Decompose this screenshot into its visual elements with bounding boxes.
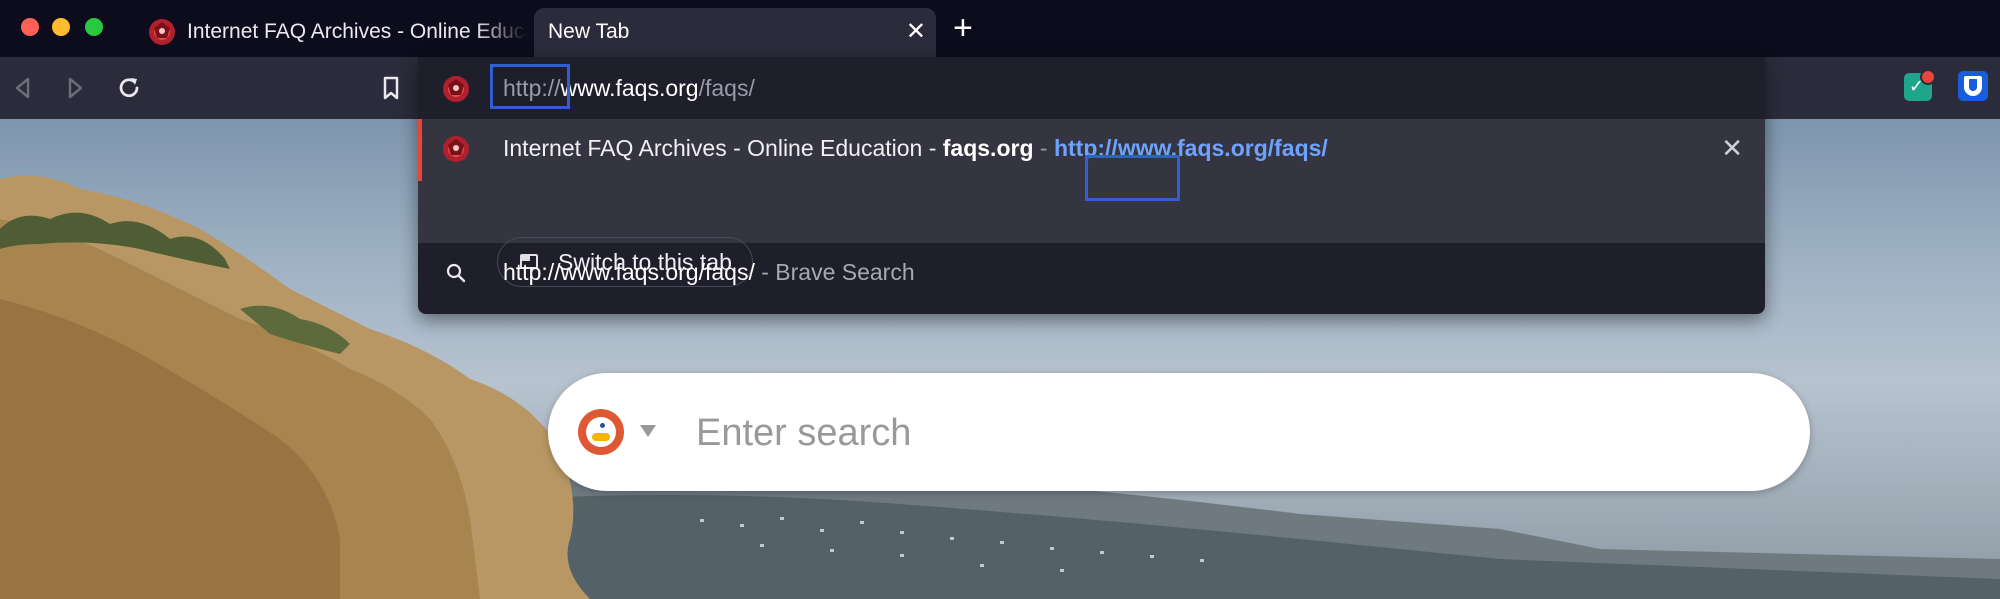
search-box <box>548 373 1810 491</box>
highlight-box <box>1085 155 1180 201</box>
faqs-favicon-icon <box>148 18 176 52</box>
back-arrow-icon[interactable] <box>8 73 38 103</box>
forward-arrow-icon[interactable] <box>60 73 90 103</box>
minimize-window-button[interactable] <box>52 18 70 36</box>
faqs-favicon-icon <box>442 75 470 108</box>
duckduckgo-logo-icon[interactable] <box>578 409 624 455</box>
tab-title: New Tab <box>548 20 630 43</box>
url-path: /faqs/ <box>698 75 755 101</box>
search-icon <box>444 261 468 290</box>
close-window-button[interactable] <box>21 18 39 36</box>
suggestion-title: Internet FAQ Archives - Online Education… <box>503 135 943 161</box>
close-tab-icon[interactable]: ✕ <box>906 20 926 44</box>
suggestion-open-tab[interactable]: Internet FAQ Archives - Online Education… <box>418 119 1765 287</box>
search-query: http://www.faqs.org/faqs/ <box>503 259 755 285</box>
bookmark-icon[interactable] <box>376 73 406 103</box>
tab-title: Internet FAQ Archives - Online Education… <box>187 20 527 43</box>
remove-suggestion-icon[interactable]: ✕ <box>1721 133 1743 164</box>
address-bar[interactable]: http://www.faqs.org/faqs/ <box>418 57 1765 119</box>
bitwarden-shield-icon[interactable] <box>1958 71 1988 101</box>
selection-accent <box>418 119 422 181</box>
highlight-box <box>490 64 570 109</box>
suggestion-search[interactable]: http://www.faqs.org/faqs/ - Brave Search <box>418 243 1765 305</box>
tab-faqs[interactable]: Internet FAQ Archives - Online Education… <box>140 8 530 57</box>
reload-icon[interactable] <box>114 73 144 103</box>
faqs-favicon-icon <box>442 135 470 168</box>
tab-strip: Internet FAQ Archives - Online Education… <box>0 0 2000 57</box>
search-suggestion-text: http://www.faqs.org/faqs/ - Brave Search <box>503 259 915 286</box>
tab-new-tab[interactable]: New Tab ✕ <box>534 8 936 57</box>
suggestion-separator: - <box>1033 135 1054 161</box>
suggestion-domain: faqs.org <box>942 135 1034 161</box>
search-engine-suffix: - Brave Search <box>754 259 915 285</box>
url-host: www.faqs.org <box>560 75 699 101</box>
zoom-window-button[interactable] <box>85 18 103 36</box>
extension-check-icon[interactable]: ✓ <box>1904 69 1936 101</box>
omnibox-dropdown: http://www.faqs.org/faqs/ Internet FAQ A… <box>418 57 1765 314</box>
search-input[interactable] <box>694 403 1748 463</box>
new-tab-button[interactable]: + <box>953 11 973 45</box>
chevron-down-icon[interactable] <box>640 425 656 437</box>
suggestion-text: Internet FAQ Archives - Online Education… <box>503 135 1328 162</box>
